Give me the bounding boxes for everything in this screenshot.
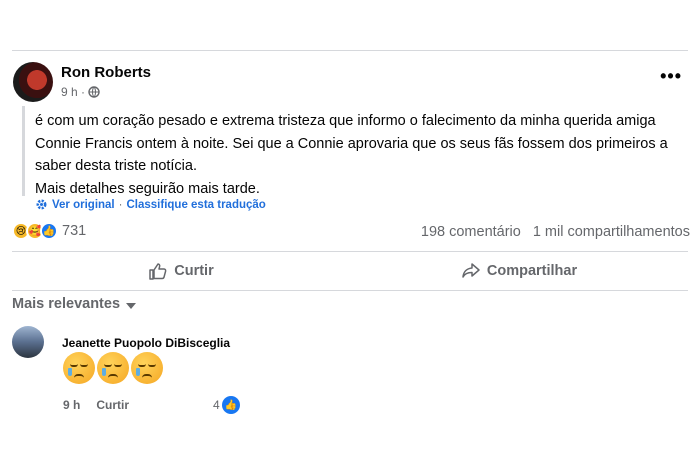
post-meta: 9 h · <box>61 85 100 99</box>
share-button[interactable]: Compartilhar <box>350 252 688 290</box>
like-button[interactable]: Curtir <box>12 252 350 290</box>
crying-face-icon <box>97 352 129 384</box>
comment-sort-dropdown[interactable]: Mais relevantes <box>12 296 137 312</box>
caret-down-icon <box>126 302 137 309</box>
share-label: Compartilhar <box>486 263 578 279</box>
comment-body <box>63 352 163 384</box>
crying-face-icon <box>131 352 163 384</box>
post-time[interactable]: 9 h · <box>61 85 85 99</box>
commenter-avatar[interactable] <box>12 326 44 358</box>
quote-bar <box>22 106 25 196</box>
see-original-link[interactable]: Ver original <box>52 199 115 211</box>
reactions-summary[interactable]: 😢 🥰 👍 731 <box>12 222 86 240</box>
rate-translation-link[interactable]: Classifique esta tradução <box>126 199 265 211</box>
translation-bar: Ver original · Classifique esta tradução <box>35 198 266 211</box>
post-actions: Curtir Compartilhar <box>12 252 688 290</box>
more-options-button[interactable]: ••• <box>660 67 682 85</box>
commenter-name[interactable]: Jeanette Puopolo DiBisceglia <box>62 336 230 350</box>
comment-reaction-count: 4 <box>213 398 220 412</box>
gear-icon[interactable] <box>35 198 48 211</box>
divider <box>12 290 688 291</box>
author-avatar[interactable] <box>13 62 53 102</box>
comment-time[interactable]: 9 h <box>63 398 80 412</box>
comment-meta: 9 h Curtir <box>63 398 129 412</box>
author-name[interactable]: Ron Roberts <box>61 64 151 81</box>
globe-icon <box>88 86 100 98</box>
share-arrow-icon <box>462 263 480 278</box>
comment-reactions[interactable]: 4 👍 <box>213 396 240 414</box>
like-reaction-icon: 👍 <box>40 222 58 240</box>
crying-face-icon <box>63 352 95 384</box>
post-text-line: Connie Francis ontem à noite. Sei que a … <box>35 135 668 152</box>
comment-count[interactable]: 198 comentário <box>421 224 521 240</box>
thumbs-up-icon <box>149 263 167 280</box>
post-text-line: saber desta triste notícia. <box>35 158 197 174</box>
post-stats: 198 comentário 1 mil compartilhamentos <box>421 224 690 240</box>
top-divider <box>12 50 688 51</box>
comment-like-button[interactable]: Curtir <box>96 398 129 412</box>
share-count[interactable]: 1 mil compartilhamentos <box>533 224 690 240</box>
like-label: Curtir <box>174 263 214 279</box>
separator-dot: · <box>118 198 123 211</box>
post-text-line: é com um coração pesado e extrema triste… <box>35 113 656 129</box>
post-text-line: Mais detalhes seguirão mais tarde. <box>35 180 260 197</box>
post-text: é com um coração pesado e extrema triste… <box>35 110 685 200</box>
reaction-count[interactable]: 731 <box>62 223 86 239</box>
like-reaction-icon: 👍 <box>221 396 240 414</box>
sort-label: Mais relevantes <box>12 296 121 312</box>
